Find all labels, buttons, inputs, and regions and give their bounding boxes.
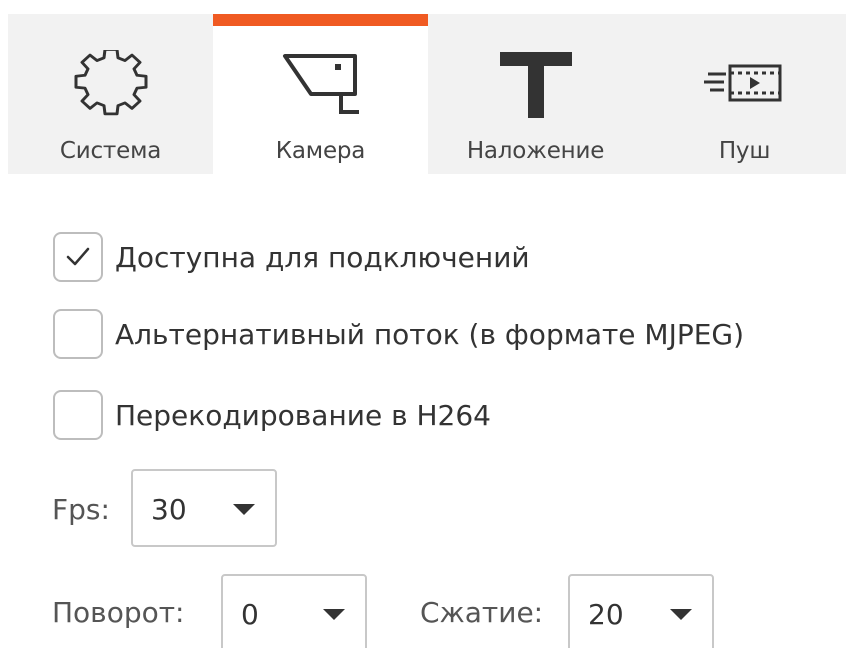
text-overlay-icon: [428, 50, 643, 120]
compression-select[interactable]: 20: [568, 574, 714, 648]
rotation-value: 0: [241, 598, 259, 631]
compression-label: Сжатие:: [420, 596, 544, 629]
alternative-stream-label: Альтернативный поток (в формате MJPEG): [115, 317, 745, 351]
tab-system[interactable]: Система: [8, 14, 213, 174]
fps-label: Fps:: [52, 493, 110, 526]
option-alternative-stream[interactable]: Альтернативный поток (в формате MJPEG): [53, 308, 744, 360]
camera-icon: [213, 50, 428, 120]
push-video-icon: [643, 50, 846, 120]
camera-settings-panel: Система Камера Наложение Пуш Доступна дл…: [0, 0, 846, 648]
available-label: Доступна для подключений: [115, 240, 530, 274]
tab-push-label: Пуш: [718, 138, 771, 164]
alternative-stream-checkbox[interactable]: [53, 309, 103, 359]
transcoding-label: Перекодирование в H264: [115, 398, 491, 432]
rotation-select[interactable]: 0: [221, 574, 367, 648]
chevron-down-icon: [670, 609, 692, 620]
compression-value: 20: [588, 598, 624, 631]
option-transcoding-h264[interactable]: Перекодирование в H264: [53, 389, 491, 441]
gear-icon: [8, 50, 213, 120]
tab-camera-label: Камера: [275, 138, 366, 164]
tab-camera[interactable]: Камера: [213, 14, 428, 174]
fps-value: 30: [151, 493, 187, 526]
available-checkbox[interactable]: [53, 232, 103, 282]
tab-bar: Система Камера Наложение Пуш: [8, 14, 846, 174]
option-available-for-connections[interactable]: Доступна для подключений: [53, 231, 530, 283]
tab-system-label: Система: [59, 138, 162, 164]
transcoding-checkbox[interactable]: [53, 390, 103, 440]
tab-overlay-label: Наложение: [466, 138, 605, 164]
tab-overlay[interactable]: Наложение: [428, 14, 643, 174]
active-tab-indicator: [213, 14, 428, 26]
chevron-down-icon: [233, 504, 255, 515]
chevron-down-icon: [323, 609, 345, 620]
fps-select[interactable]: 30: [131, 469, 277, 547]
rotation-label: Поворот:: [52, 596, 185, 629]
checkmark-icon: [66, 247, 90, 266]
tab-push[interactable]: Пуш: [643, 14, 846, 174]
